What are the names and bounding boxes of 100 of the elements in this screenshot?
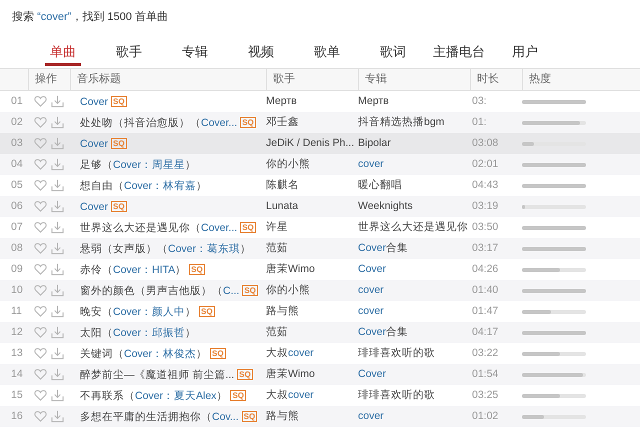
artist-name[interactable]: 唐茉Wimo	[266, 368, 315, 380]
song-title[interactable]: Cover	[80, 94, 108, 110]
artist-name[interactable]: 许星	[266, 221, 288, 233]
table-row[interactable]: 05 想自由（Cover：林宥嘉） 陈麒名 暖心翻唱 04:43	[0, 175, 640, 196]
download-icon[interactable]	[51, 284, 64, 297]
table-row[interactable]: 14 醉梦前尘—《魔道祖师 前尘篇... SQ 唐茉Wimo Cover 01:54	[0, 364, 640, 385]
artist-name[interactable]: 路与熊	[266, 410, 299, 422]
tab[interactable]: 歌单	[294, 42, 360, 66]
download-icon[interactable]	[51, 389, 64, 402]
download-icon[interactable]	[51, 368, 64, 381]
heart-icon[interactable]	[34, 158, 47, 171]
tab[interactable]: 主播电台	[426, 42, 492, 66]
heart-icon[interactable]	[34, 200, 47, 213]
album-name[interactable]: Cover	[358, 368, 386, 380]
table-row[interactable]: 01 Cover SQ Мертв Мертв 03:	[0, 91, 640, 112]
heart-icon[interactable]	[34, 179, 47, 192]
download-icon[interactable]	[51, 137, 64, 150]
table-row[interactable]: 10 窗外的颜色（男声吉他版）（C... SQ 你的小熊 cover 01:40	[0, 280, 640, 301]
table-row[interactable]: 08 悬弱（女声版）（Cover：葛东琪） 范茹 Cover合集 03:17	[0, 238, 640, 259]
table-row[interactable]: 04 足够（Cover：周星星） 你的小熊 cover 02:01	[0, 154, 640, 175]
table-row[interactable]: 09 赤伶（Cover：HITA） SQ 唐茉Wimo Cover 04:26	[0, 259, 640, 280]
artist-name[interactable]: 路与熊	[266, 305, 299, 317]
table-row[interactable]: 02 处处吻（抖音治愈版）（Cover... SQ 邓壬鑫 抖音精选热播bgm 01:	[0, 112, 640, 133]
download-icon[interactable]	[51, 305, 64, 318]
album-name[interactable]: Cover合集	[358, 242, 408, 254]
heart-icon[interactable]	[34, 263, 47, 276]
heart-icon[interactable]	[34, 410, 47, 423]
download-icon[interactable]	[51, 116, 64, 129]
heart-icon[interactable]	[34, 242, 47, 255]
artist-name[interactable]: 陈麒名	[266, 179, 299, 191]
song-title[interactable]: 关键词（Cover：林俊杰）	[80, 346, 208, 362]
song-title[interactable]: 醉梦前尘—《魔道祖师 前尘篇...	[80, 366, 234, 382]
download-icon[interactable]	[51, 326, 64, 339]
download-icon[interactable]	[51, 263, 64, 276]
album-name[interactable]: Мертв	[358, 95, 389, 107]
artist-name[interactable]: 大叔cover	[266, 389, 314, 401]
album-name[interactable]: cover	[358, 284, 384, 296]
heart-icon[interactable]	[34, 116, 47, 129]
tab[interactable]: 单曲	[45, 42, 81, 66]
artist-name[interactable]: JeDiK / Denis Ph...	[266, 137, 354, 149]
download-icon[interactable]	[51, 158, 64, 171]
album-name[interactable]: cover	[358, 305, 384, 317]
album-name[interactable]: 琲琲喜欢听的歌	[358, 389, 435, 401]
artist-name[interactable]: 大叔cover	[266, 347, 314, 359]
song-title[interactable]: 世界这么大还是遇见你（Cover...	[80, 220, 238, 236]
album-name[interactable]: 暖心翻唱	[358, 179, 402, 191]
table-row[interactable]: 13 关键词（Cover：林俊杰） SQ 大叔cover 琲琲喜欢听的歌 03:22	[0, 343, 640, 364]
heart-icon[interactable]	[34, 221, 47, 234]
artist-name[interactable]: 你的小熊	[266, 284, 310, 296]
song-title[interactable]: 足够（Cover：周星星）	[80, 156, 196, 172]
download-icon[interactable]	[51, 410, 64, 423]
tab[interactable]: 视频	[228, 42, 294, 66]
album-name[interactable]: Cover	[358, 263, 386, 275]
tab[interactable]: 用户	[492, 42, 558, 66]
artist-name[interactable]: 邓壬鑫	[266, 116, 299, 128]
tab[interactable]: 歌词	[360, 42, 426, 66]
artist-name[interactable]: 唐茉Wimo	[266, 263, 315, 275]
tab[interactable]: 专辑	[162, 42, 228, 66]
song-title[interactable]: 想自由（Cover：林宥嘉）	[80, 178, 208, 194]
download-icon[interactable]	[51, 347, 64, 360]
album-name[interactable]: cover	[358, 410, 384, 422]
download-icon[interactable]	[51, 95, 64, 108]
tab[interactable]: 歌手	[96, 42, 162, 66]
song-title[interactable]: 多想在平庸的生活拥抱你（Cov...	[80, 408, 239, 424]
table-row[interactable]: 11 晚安（Cover：颜人中） SQ 路与熊 cover 01:47	[0, 301, 640, 322]
artist-name[interactable]: Lunata	[266, 200, 298, 212]
album-name[interactable]: 世界这么大还是遇见你	[358, 221, 468, 233]
song-title[interactable]: 晚安（Cover：颜人中）	[80, 304, 196, 320]
artist-name[interactable]: 范茹	[266, 242, 288, 254]
table-row[interactable]: 16 多想在平庸的生活拥抱你（Cov... SQ 路与熊 cover 01:02	[0, 406, 640, 427]
table-row[interactable]: 06 Cover SQ Lunata Weeknights 03:19	[0, 196, 640, 217]
song-title[interactable]: 悬弱（女声版）（Cover：葛东琪）	[80, 240, 252, 256]
album-name[interactable]: 抖音精选热播bgm	[358, 116, 444, 128]
table-row[interactable]: 07 世界这么大还是遇见你（Cover... SQ 许星 世界这么大还是遇见你 03:50	[0, 217, 640, 238]
heart-icon[interactable]	[34, 368, 47, 381]
song-title[interactable]: 赤伶（Cover：HITA）	[80, 262, 186, 278]
artist-name[interactable]: Мертв	[266, 95, 297, 107]
heart-icon[interactable]	[34, 95, 47, 108]
heart-icon[interactable]	[34, 347, 47, 360]
album-name[interactable]: Weeknights	[358, 200, 413, 212]
song-title[interactable]: Cover	[80, 198, 108, 214]
table-row[interactable]: 12 太阳（Cover：邱振哲） 范茹 Cover合集 04:17	[0, 322, 640, 343]
heart-icon[interactable]	[34, 326, 47, 339]
album-name[interactable]: 琲琲喜欢听的歌	[358, 347, 435, 359]
album-name[interactable]: cover	[358, 158, 384, 170]
album-name[interactable]: Cover合集	[358, 326, 408, 338]
song-title[interactable]: 窗外的颜色（男声吉他版）（C...	[80, 282, 240, 298]
download-icon[interactable]	[51, 179, 64, 192]
download-icon[interactable]	[51, 221, 64, 234]
download-icon[interactable]	[51, 242, 64, 255]
song-title[interactable]: 不再联系（Cover：夏天Alex）	[80, 388, 228, 404]
download-icon[interactable]	[51, 200, 64, 213]
table-row[interactable]: 15 不再联系（Cover：夏天Alex） SQ 大叔cover 琲琲喜欢听的歌 03:25	[0, 385, 640, 406]
heart-icon[interactable]	[34, 137, 47, 150]
song-title[interactable]: 处处吻（抖音治愈版）（Cover...	[80, 114, 238, 130]
artist-name[interactable]: 范茹	[266, 326, 288, 338]
song-title[interactable]: Cover	[80, 136, 108, 152]
heart-icon[interactable]	[34, 284, 47, 297]
song-title[interactable]: 太阳（Cover：邱振哲）	[80, 324, 196, 340]
table-row[interactable]: 03 Cover SQ JeDiK / Denis Ph... Bipolar 03:08	[0, 133, 640, 154]
